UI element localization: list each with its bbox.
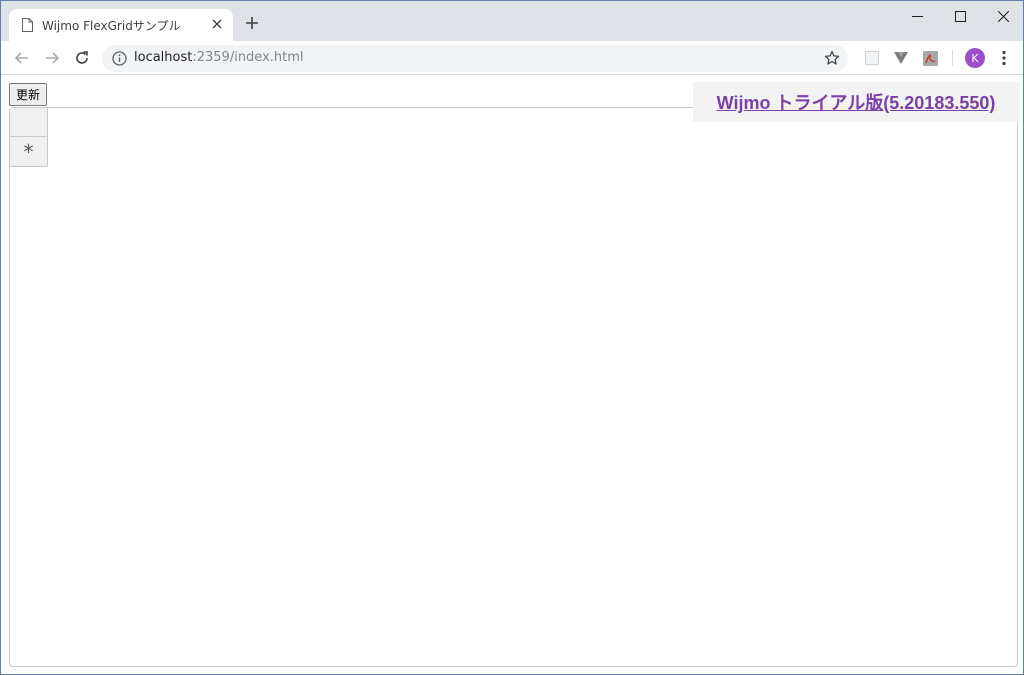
profile-avatar[interactable]: K bbox=[965, 48, 985, 68]
browser-tab[interactable]: Wijmo FlexGridサンプル bbox=[9, 9, 233, 41]
info-icon[interactable] bbox=[112, 51, 127, 66]
tab-strip: Wijmo FlexGridサンプル bbox=[1, 1, 1023, 41]
star-icon[interactable] bbox=[824, 50, 840, 66]
close-tab-icon[interactable] bbox=[209, 16, 225, 32]
refresh-button[interactable]: 更新 bbox=[9, 83, 48, 106]
new-tab-plus-icon[interactable] bbox=[242, 13, 262, 33]
kebab-menu-icon[interactable] bbox=[995, 49, 1013, 67]
toolbar-divider bbox=[952, 50, 953, 66]
extension-triangle-icon[interactable] bbox=[892, 49, 910, 67]
maximize-window-icon[interactable] bbox=[938, 1, 982, 31]
close-window-icon[interactable] bbox=[981, 1, 1023, 31]
trial-version-link[interactable]: Wijmo トライアル版(5.20183.550) bbox=[717, 89, 996, 115]
url-text: localhost:2359/index.html bbox=[134, 50, 304, 65]
flexgrid[interactable]: * bbox=[9, 107, 1018, 667]
url-host: localhost bbox=[134, 50, 193, 65]
address-bar[interactable]: localhost:2359/index.html bbox=[102, 45, 848, 72]
page-content: 更新 * Wijmo トライアル版(5.20183.550) bbox=[1, 76, 1023, 674]
browser-window: Wijmo FlexGridサンプル localhost:2359/index.… bbox=[0, 0, 1024, 675]
grid-new-row-header[interactable]: * bbox=[10, 137, 48, 167]
minimize-window-icon[interactable] bbox=[895, 1, 939, 31]
page-icon bbox=[22, 18, 33, 32]
browser-toolbar: localhost:2359/index.html K bbox=[1, 41, 1023, 75]
extension-pdf-icon[interactable] bbox=[921, 49, 939, 67]
arrow-right-icon[interactable] bbox=[40, 46, 64, 70]
reload-icon[interactable] bbox=[70, 46, 94, 70]
trial-banner: Wijmo トライアル版(5.20183.550) bbox=[693, 82, 1019, 122]
avatar-initial: K bbox=[971, 51, 979, 65]
arrow-left-icon[interactable] bbox=[10, 46, 34, 70]
grid-top-left-cell[interactable] bbox=[10, 108, 48, 137]
url-path: :2359/index.html bbox=[192, 50, 304, 65]
extension-square-icon[interactable] bbox=[863, 49, 881, 67]
tab-title: Wijmo FlexGridサンプル bbox=[42, 19, 181, 33]
